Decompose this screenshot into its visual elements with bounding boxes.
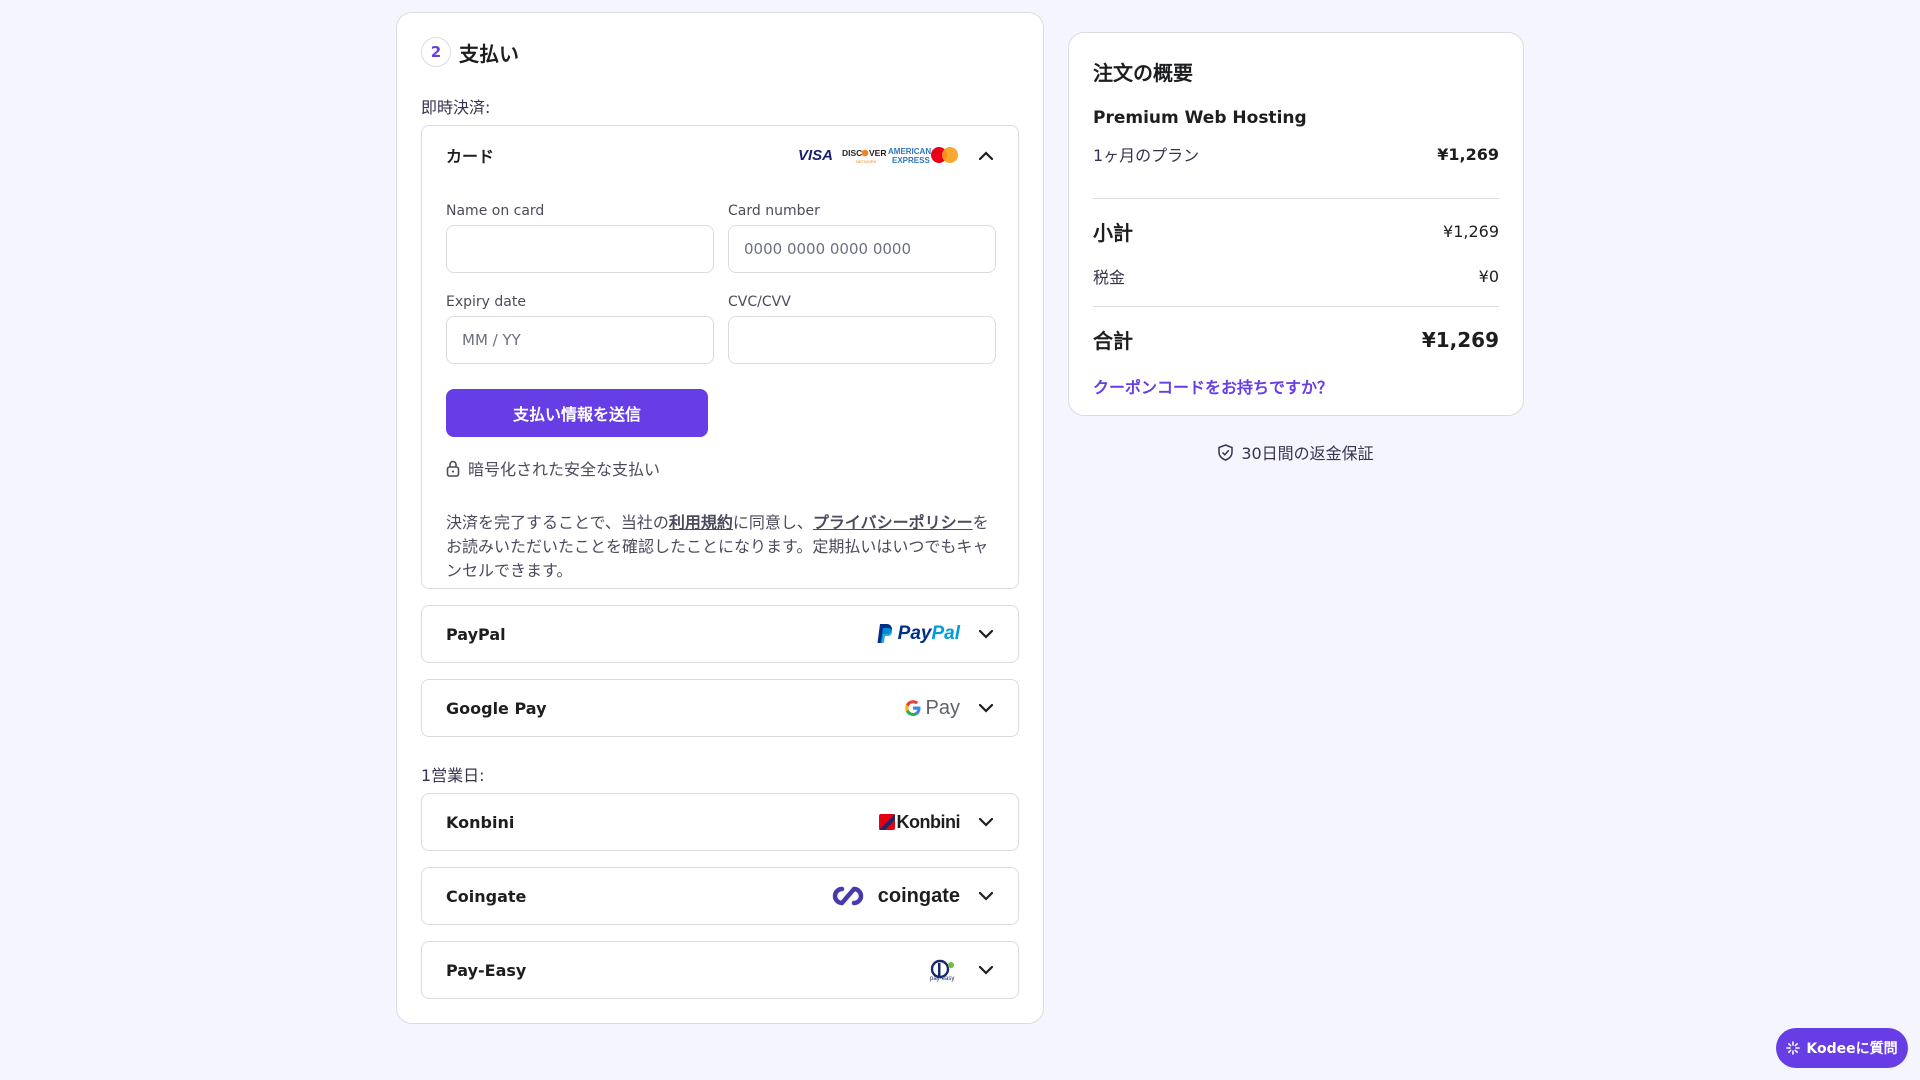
guarantee-text: 30日間の返金保証 (1241, 444, 1374, 463)
paypal-logo-text-pay: Pay (897, 623, 932, 644)
subtotal-value: ¥1,269 (1443, 222, 1499, 241)
paypal-logo-text-pal: Pal (931, 623, 960, 644)
paypal-method-name: PayPal (446, 624, 506, 644)
tax-label: 税金 (1093, 268, 1126, 287)
coingate-method-name: Coingate (446, 886, 527, 906)
google-pay-method-name: Google Pay (446, 698, 547, 718)
instant-payment-label: 即時決済: (421, 98, 491, 117)
pay-easy-logo-text: pay-easy (930, 975, 955, 982)
ask-kodee-button[interactable]: Kodeeに質問 (1776, 1028, 1908, 1068)
plan-row: 1ヶ月のプラン ¥1,269 (1093, 142, 1499, 166)
business-day-label: 1営業日: (421, 766, 485, 785)
card-method-header[interactable]: カード VISA DISC VER NETWORK AMERICAN EXPRE… (422, 127, 1018, 183)
konbini-logo-text: Konbini (896, 811, 961, 832)
chevron-down-icon[interactable] (978, 626, 994, 642)
expiry-date-label: Expiry date (446, 294, 526, 310)
subtotal-label: 小計 (1093, 221, 1133, 245)
paypal-logo: PayPal (875, 623, 960, 645)
subtotal-row: 小計 ¥1,269 (1093, 217, 1499, 246)
step-number-badge: 2 (421, 37, 451, 67)
terms-of-service-link[interactable]: 利用規約 (669, 513, 733, 532)
terms-text-part: 決済を完了することで、当社の (446, 513, 669, 532)
konbini-logo: Konbini (878, 811, 961, 833)
order-summary-panel: 注文の概要 Premium Web Hosting 1ヶ月のプラン ¥1,269… (1068, 32, 1524, 416)
lock-icon (446, 460, 460, 477)
name-on-card-input[interactable] (446, 225, 714, 273)
divider (1093, 198, 1499, 199)
plan-label: 1ヶ月のプラン (1093, 146, 1200, 165)
submit-payment-button[interactable]: 支払い情報を送信 (446, 389, 708, 437)
coingate-method[interactable]: Coingate coingate (421, 867, 1019, 925)
svg-text:DISC: DISC (842, 148, 862, 158)
google-pay-logo-text: Pay (925, 696, 960, 719)
svg-text:NETWORK: NETWORK (856, 159, 877, 164)
sparkle-icon (1786, 1041, 1801, 1055)
terms-text-part: に同意し、 (732, 513, 813, 532)
chevron-down-icon[interactable] (978, 700, 994, 716)
name-on-card-label: Name on card (446, 203, 545, 219)
konbini-icon (878, 814, 895, 830)
chevron-down-icon[interactable] (978, 888, 994, 904)
card-number-input[interactable] (728, 225, 996, 273)
secure-payment-text: 暗号化された安全な支払い (468, 460, 661, 479)
step-header: 2 支払い (421, 37, 519, 67)
card-brands-icon: VISA DISC VER NETWORK AMERICAN EXPRESS (798, 147, 958, 165)
konbini-method[interactable]: Konbini Konbini (421, 793, 1019, 851)
svg-text:VISA: VISA (798, 147, 833, 164)
terms-text: 決済を完了することで、当社の利用規約に同意し、プライバシーポリシーをお読みいただ… (446, 511, 996, 583)
product-name: Premium Web Hosting (1093, 108, 1307, 128)
total-label: 合計 (1093, 329, 1133, 353)
paypal-icon (877, 624, 892, 643)
chevron-up-icon[interactable] (978, 147, 994, 163)
coingate-icon (832, 886, 863, 906)
card-brand-logos: VISA DISC VER NETWORK AMERICAN EXPRESS (798, 144, 960, 166)
chevron-down-icon[interactable] (978, 814, 994, 830)
coupon-link[interactable]: クーポンコードをお持ちですか？ (1093, 374, 1499, 398)
svg-text:AMERICAN: AMERICAN (888, 147, 931, 156)
chevron-down-icon[interactable] (978, 962, 994, 978)
paypal-method[interactable]: PayPal PayPal (421, 605, 1019, 663)
tax-row: 税金 ¥0 (1093, 264, 1499, 288)
order-summary-title: 注文の概要 (1093, 61, 1193, 85)
cvc-label: CVC/CVV (728, 294, 791, 310)
google-pay-logo: Pay (903, 697, 960, 720)
ask-kodee-label: Kodeeに質問 (1806, 1041, 1898, 1057)
total-row: 合計 ¥1,269 (1093, 325, 1499, 354)
google-pay-method[interactable]: Google Pay Pay (421, 679, 1019, 737)
coingate-logo-text: coingate (877, 884, 960, 907)
divider (1093, 306, 1499, 307)
cvc-input[interactable] (728, 316, 996, 364)
shield-check-icon (1218, 443, 1234, 461)
payment-panel: 2 支払い 即時決済: カード VISA DISC VER NETWORK AM… (396, 12, 1044, 1024)
money-back-guarantee: 30日間の返金保証 (1068, 440, 1524, 464)
pay-easy-method-name: Pay-Easy (446, 960, 527, 980)
card-method-name: カード (446, 147, 495, 166)
svg-text:EXPRESS: EXPRESS (892, 156, 930, 165)
coingate-logo: coingate (828, 884, 960, 908)
privacy-policy-link[interactable]: プライバシーポリシー (813, 513, 973, 532)
secure-payment-note: 暗号化された安全な支払い (446, 456, 660, 480)
pay-easy-method[interactable]: Pay-Easy pay-easy (421, 941, 1019, 999)
pay-easy-logo: pay-easy (930, 959, 960, 982)
card-method-panel: カード VISA DISC VER NETWORK AMERICAN EXPRE… (421, 125, 1019, 589)
step-title: 支払い (459, 41, 519, 66)
total-value: ¥1,269 (1421, 327, 1499, 352)
tax-value: ¥0 (1478, 266, 1499, 286)
expiry-date-input[interactable] (446, 316, 714, 364)
plan-price: ¥1,269 (1437, 144, 1499, 164)
card-number-label: Card number (728, 203, 820, 219)
google-g-icon (904, 700, 921, 716)
svg-text:VER: VER (869, 148, 886, 158)
konbini-method-name: Konbini (446, 812, 515, 832)
